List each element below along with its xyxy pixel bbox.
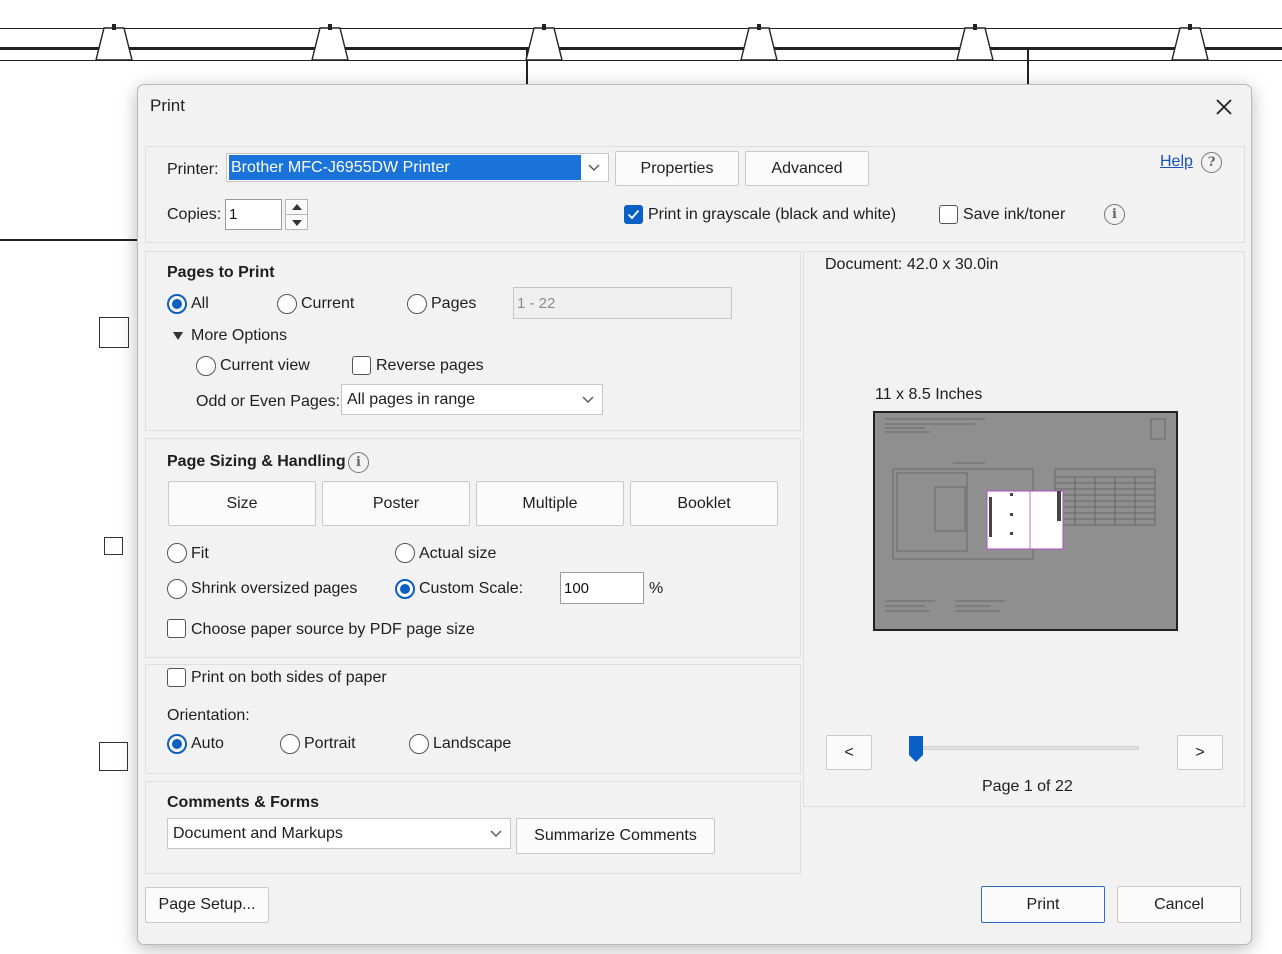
drawing-box	[104, 537, 123, 555]
actual-size-radio[interactable]	[395, 543, 415, 563]
chevron-down-icon	[490, 830, 502, 837]
checkmark-icon	[627, 209, 640, 220]
fit-label[interactable]: Fit	[191, 545, 209, 563]
orientation-landscape-radio[interactable]	[409, 734, 429, 754]
printer-label: Printer:	[167, 161, 219, 178]
page-setup-button[interactable]: Page Setup...	[145, 887, 269, 923]
drawing-box	[99, 742, 128, 771]
custom-scale-radio[interactable]	[395, 579, 415, 599]
tab-size[interactable]: Size	[168, 481, 316, 526]
odd-even-value: All pages in range	[347, 390, 476, 408]
grayscale-checkbox[interactable]	[624, 205, 643, 224]
percent-label: %	[649, 580, 664, 597]
pages-range-input[interactable]: 1 - 22	[513, 287, 732, 319]
cancel-button[interactable]: Cancel	[1117, 886, 1241, 923]
tab-multiple[interactable]: Multiple	[476, 481, 624, 526]
pages-all-radio[interactable]	[167, 294, 187, 314]
tab-booklet[interactable]: Booklet	[630, 481, 778, 526]
document-size-label: Document: 42.0 x 30.0in	[825, 256, 999, 273]
dialog-title: Print	[150, 96, 185, 115]
orientation-auto-radio[interactable]	[167, 734, 187, 754]
info-icon[interactable]: i	[1104, 204, 1125, 225]
comments-forms-panel: Comments & Forms Document and Markups Su…	[145, 781, 801, 874]
paper-source-checkbox[interactable]	[167, 619, 186, 638]
advanced-button[interactable]: Advanced	[745, 151, 869, 186]
info-icon[interactable]: i	[348, 452, 369, 473]
page-indicator: Page 1 of 22	[982, 778, 1073, 795]
stepper-up-icon[interactable]	[291, 203, 303, 211]
previous-page-button[interactable]: <	[826, 735, 872, 770]
page-sizing-heading: Page Sizing & Handling	[167, 453, 346, 470]
chevron-down-icon	[588, 164, 600, 171]
drawing-box	[99, 317, 129, 348]
orientation-auto-label[interactable]: Auto	[191, 735, 224, 753]
comments-forms-select[interactable]: Document and Markups	[167, 818, 511, 849]
shrink-radio[interactable]	[167, 579, 187, 599]
pages-current-radio[interactable]	[277, 294, 297, 314]
pages-range-radio[interactable]	[407, 294, 427, 314]
preview-drawing	[885, 418, 1166, 612]
drawing-column-marks	[95, 24, 1209, 61]
printer-select[interactable]: Brother MFC-J6955DW Printer	[226, 153, 609, 182]
actual-size-label[interactable]: Actual size	[419, 545, 496, 563]
printer-select-value: Brother MFC-J6955DW Printer	[229, 155, 581, 180]
copies-input[interactable]: 1	[225, 199, 282, 230]
print-button[interactable]: Print	[981, 886, 1105, 923]
odd-even-select[interactable]: All pages in range	[341, 384, 603, 415]
current-view-label[interactable]: Current view	[220, 357, 310, 375]
tab-poster[interactable]: Poster	[322, 481, 470, 526]
copies-label: Copies:	[167, 206, 222, 223]
preview-page-thumbnail	[873, 411, 1178, 631]
pages-range-label[interactable]: Pages	[431, 295, 476, 313]
pages-current-label[interactable]: Current	[301, 295, 354, 313]
help-icon[interactable]: ?	[1201, 152, 1222, 173]
page-sizing-panel: Page Sizing & Handling i Size Poster Mul…	[145, 438, 801, 658]
stepper-down-icon[interactable]	[291, 219, 303, 227]
grayscale-label[interactable]: Print in grayscale (black and white)	[648, 206, 896, 224]
summarize-comments-button[interactable]: Summarize Comments	[516, 818, 715, 854]
orientation-label: Orientation:	[167, 707, 250, 724]
duplex-panel: Print on both sides of paper Orientation…	[145, 664, 801, 774]
page-slider-track[interactable]	[913, 746, 1139, 750]
custom-scale-input[interactable]: 100	[560, 572, 644, 604]
chevron-down-icon	[582, 396, 594, 403]
current-view-radio[interactable]	[196, 356, 216, 376]
print-dialog: Print Printer: Brother MFC-J6955DW Print…	[137, 84, 1252, 945]
reverse-pages-checkbox[interactable]	[352, 356, 371, 375]
fit-radio[interactable]	[167, 543, 187, 563]
close-button[interactable]	[1211, 94, 1237, 120]
pages-to-print-heading: Pages to Print	[167, 264, 275, 281]
save-ink-label[interactable]: Save ink/toner	[963, 206, 1065, 224]
pages-all-label[interactable]: All	[191, 295, 209, 313]
printer-panel: Printer: Brother MFC-J6955DW Printer Pro…	[145, 146, 1245, 243]
collapse-triangle-icon[interactable]	[172, 331, 184, 341]
help-link[interactable]: Help	[1160, 153, 1193, 171]
reverse-pages-label[interactable]: Reverse pages	[376, 357, 484, 375]
comments-forms-value: Document and Markups	[173, 824, 343, 842]
properties-button[interactable]: Properties	[615, 151, 739, 186]
paper-source-label[interactable]: Choose paper source by PDF page size	[191, 621, 475, 639]
page-slider-thumb[interactable]	[908, 735, 924, 763]
orientation-portrait-label[interactable]: Portrait	[304, 735, 356, 753]
shrink-label[interactable]: Shrink oversized pages	[191, 580, 357, 598]
copies-stepper[interactable]	[285, 199, 308, 230]
close-icon	[1216, 99, 1232, 115]
pages-to-print-panel: Pages to Print All Current Pages 1 - 22 …	[145, 251, 801, 431]
comments-forms-heading: Comments & Forms	[167, 794, 320, 811]
paper-size-label: 11 x 8.5 Inches	[875, 386, 983, 403]
orientation-portrait-radio[interactable]	[280, 734, 300, 754]
both-sides-label[interactable]: Print on both sides of paper	[191, 669, 387, 687]
drawing-line	[0, 239, 137, 241]
both-sides-checkbox[interactable]	[167, 668, 186, 687]
orientation-landscape-label[interactable]: Landscape	[433, 735, 511, 753]
dialog-titlebar: Print	[138, 85, 1251, 129]
odd-even-label: Odd or Even Pages:	[196, 393, 341, 410]
next-page-button[interactable]: >	[1177, 735, 1223, 770]
more-options-label[interactable]: More Options	[191, 327, 287, 345]
save-ink-checkbox[interactable]	[939, 205, 958, 224]
custom-scale-label[interactable]: Custom Scale:	[419, 580, 523, 598]
